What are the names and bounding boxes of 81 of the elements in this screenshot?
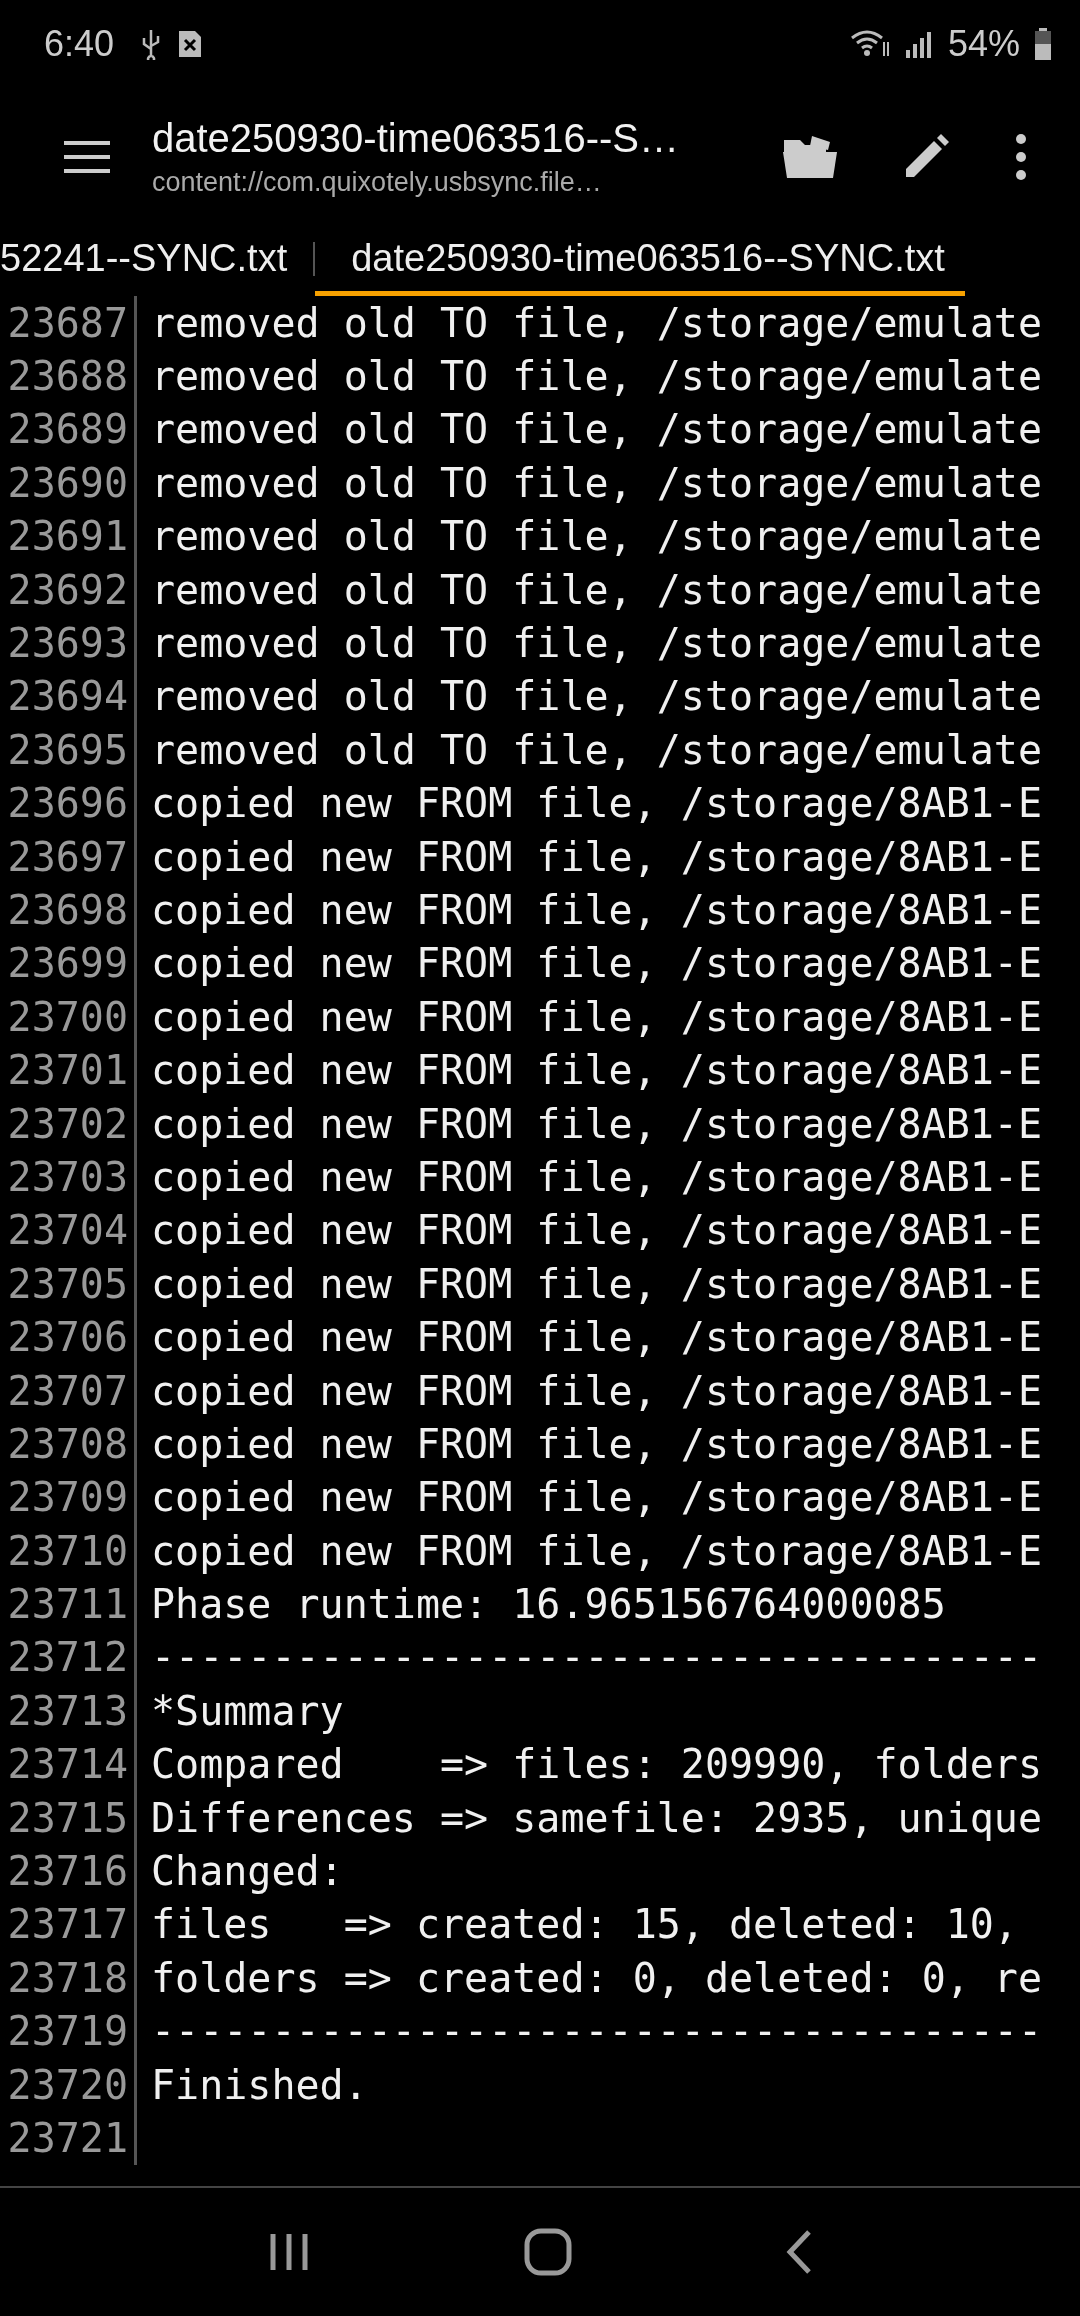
line-number: 23694 — [0, 669, 137, 724]
line-number: 23700 — [0, 990, 137, 1044]
code-line: removed old TO file, /storage/emulate — [150, 620, 1043, 667]
line-number: 23696 — [0, 776, 137, 830]
code-line: copied new FROM file, /storage/8AB1-E — [150, 1527, 1043, 1574]
line-number: 23715 — [0, 1790, 137, 1845]
line-number: 23688 — [0, 349, 137, 403]
code-line: removed old TO file, /storage/emulate — [150, 459, 1043, 506]
code-line: Changed: — [150, 1848, 344, 1894]
line-number: 23716 — [0, 1844, 137, 1898]
code-line: ------------------------------------- — [150, 2008, 1043, 2055]
code-line: Phase runtime: 16.965156764000085 — [150, 1581, 946, 1628]
file-tab[interactable]: 52241--SYNC.txt — [0, 226, 314, 296]
code-line: copied new FROM file, /storage/8AB1-E — [150, 1207, 1043, 1254]
line-number: 23713 — [0, 1684, 137, 1738]
line-number: 23720 — [0, 2057, 137, 2112]
code-line: copied new FROM file, /storage/8AB1-E — [150, 1420, 1043, 1467]
line-number: 23714 — [0, 1737, 137, 1791]
line-number: 23698 — [0, 883, 137, 937]
code-line: removed old TO file, /storage/emulate — [150, 353, 1043, 400]
line-number: 23702 — [0, 1096, 137, 1151]
code-line: copied new FROM file, /storage/8AB1-E — [150, 833, 1043, 880]
more-options-icon — [1014, 133, 1028, 181]
line-number: 23717 — [0, 1897, 137, 1952]
battery-percent: 54% — [947, 23, 1020, 65]
code-line: copied new FROM file, /storage/8AB1-E — [150, 1474, 1043, 1521]
line-number: 23709 — [0, 1470, 137, 1524]
code-line: copied new FROM file, /storage/8AB1-E — [150, 993, 1043, 1040]
line-number: 23689 — [0, 402, 137, 457]
line-number: 23699 — [0, 936, 137, 991]
code-line: *Summary — [150, 1687, 344, 1734]
code-line: removed old TO file, /storage/emulate — [150, 673, 1043, 720]
line-number: 23711 — [0, 1577, 137, 1631]
line-number: 23692 — [0, 562, 137, 617]
back-icon[interactable] — [785, 2229, 814, 2275]
code-line: copied new FROM file, /storage/8AB1-E — [150, 1367, 1043, 1414]
line-number: 23690 — [0, 456, 137, 510]
code-line: folders => created: 0, deleted: 0, re — [150, 1954, 1043, 2001]
line-number: 23706 — [0, 1310, 137, 1364]
line-number: 23708 — [0, 1417, 137, 1471]
line-number: 23691 — [0, 509, 137, 563]
code-line: copied new FROM file, /storage/8AB1-E — [150, 1100, 1043, 1147]
code-line: copied new FROM file, /storage/8AB1-E — [150, 1260, 1043, 1307]
code-line: Compared => files: 209990, folders — [150, 1741, 1043, 1788]
battery-icon — [1034, 27, 1052, 61]
status-time: 6:40 — [44, 23, 115, 65]
folder-icon — [782, 134, 838, 180]
code-line: copied new FROM file, /storage/8AB1-E — [150, 1314, 1043, 1361]
file-title: date250930-time063516--S… — [152, 116, 680, 161]
line-number: 23695 — [0, 723, 137, 777]
line-number: 23710 — [0, 1524, 137, 1578]
code-line: copied new FROM file, /storage/8AB1-E — [150, 1047, 1043, 1094]
code-line: removed old TO file, /storage/emulate — [150, 566, 1043, 613]
code-line: copied new FROM file, /storage/8AB1-E — [150, 780, 1043, 827]
file-uri: content://com.quixotely.usbsync.file… — [152, 167, 603, 198]
home-icon[interactable] — [524, 2228, 572, 2276]
line-number: 23704 — [0, 1203, 137, 1258]
code-line: files => created: 15, deleted: 10, — [150, 1901, 1018, 1948]
code-line: ------------------------------------- — [150, 1634, 1043, 1681]
code-line: copied new FROM file, /storage/8AB1-E — [150, 887, 1043, 933]
line-number: 23718 — [0, 1951, 137, 2005]
code-line: copied new FROM file, /storage/8AB1-E — [150, 940, 1043, 987]
line-number: 23712 — [0, 1630, 137, 1685]
file-tab[interactable]: date250930-time063516--SYNC.txt — [315, 226, 965, 296]
code-line: removed old TO file, /storage/emulate — [150, 513, 1043, 560]
code-line: Differences => samefile: 2935, unique — [150, 1794, 1043, 1841]
code-line: removed old TO file, /storage/emulate — [150, 726, 1043, 773]
code-line: Finished. — [150, 2061, 368, 2108]
code-line: copied new FROM file, /storage/8AB1-E — [150, 1153, 1043, 1200]
line-number: 23697 — [0, 829, 137, 884]
line-number: 23687 — [0, 296, 137, 350]
line-number: 23703 — [0, 1150, 137, 1204]
line-number: 23701 — [0, 1043, 137, 1097]
line-number: 23707 — [0, 1363, 137, 1418]
line-number: 23719 — [0, 2004, 137, 2058]
menu-icon — [62, 139, 112, 175]
line-number: 23693 — [0, 616, 137, 670]
line-number: 23705 — [0, 1257, 137, 1311]
code-line: removed old TO file, /storage/emulate — [150, 406, 1043, 453]
line-number: 23721 — [0, 2111, 137, 2165]
code-line: removed old TO file, /storage/emulate — [150, 299, 1043, 346]
